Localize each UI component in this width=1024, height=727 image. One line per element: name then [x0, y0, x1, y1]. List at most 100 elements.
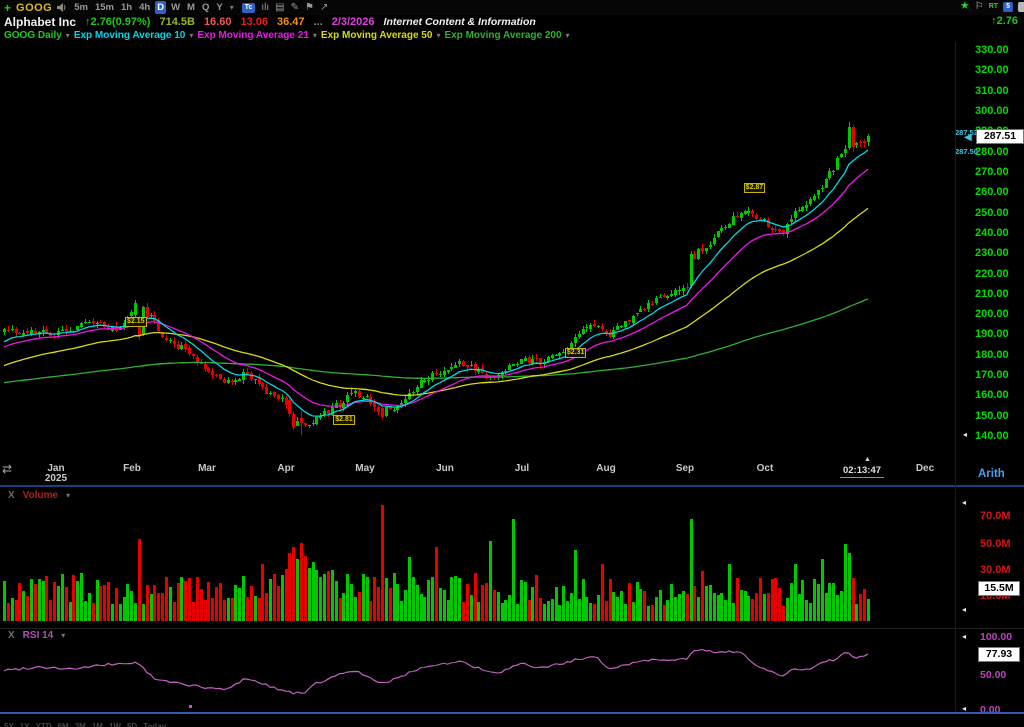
volume-pane-title[interactable]: Volume — [23, 490, 58, 501]
chart-type-badge-icon[interactable]: Tc — [242, 3, 256, 13]
timeframe-D[interactable]: D — [155, 1, 166, 14]
rsi-pane-header: X RSI 14 ▾ — [8, 630, 65, 641]
volume-pane-canvas[interactable] — [0, 487, 955, 629]
draw-pencil-icon[interactable]: ✎ — [291, 2, 299, 14]
volume-close-button[interactable]: X — [8, 490, 15, 501]
price-tick: 280.00 — [975, 146, 1023, 158]
range-button-today[interactable]: Today — [143, 722, 166, 727]
change-right-label: ↑2.76 — [991, 15, 1018, 27]
rsi-pane-canvas[interactable] — [0, 629, 955, 712]
rsi-last-box: 77.93 — [978, 647, 1020, 662]
quote-row: Alphabet Inc ↑2.76(0.97%) 714.5B 16.60 1… — [0, 15, 1024, 29]
timeframe-1h[interactable]: 1h — [119, 1, 134, 14]
pane-resize-arrow[interactable]: ◂ — [962, 499, 966, 507]
volume-pane-caret[interactable]: ▾ — [66, 491, 70, 500]
news-panel-icon[interactable]: ▤ — [275, 2, 284, 14]
indicator-caret[interactable]: ▾ — [66, 31, 70, 40]
timeframe-4h[interactable]: 4h — [137, 1, 152, 14]
pane-resize-arrow[interactable]: ◂ — [962, 633, 966, 641]
quote-stat-3: 36.47 — [277, 16, 305, 28]
share-arrow-icon[interactable]: ↗ — [320, 2, 328, 14]
month-label-jun: Jun — [428, 463, 462, 474]
price-tick: 190.00 — [975, 328, 1023, 340]
range-button-3m[interactable]: 3M — [75, 722, 86, 727]
symbol-label[interactable]: GOOG — [16, 2, 52, 14]
quote-ellipsis[interactable]: ... — [314, 16, 323, 28]
timeframe-5m[interactable]: 5m — [72, 1, 90, 14]
price-tick: 140.00 — [975, 430, 1023, 442]
flag-icon[interactable]: ⚐ — [975, 1, 984, 12]
price-tick: 220.00 — [975, 268, 1023, 280]
bottom-separator[interactable] — [0, 712, 1024, 714]
indicator-dropdown-1[interactable]: Exp Moving Average 10 — [74, 30, 186, 41]
layout-badge-icon[interactable]: 5 — [1003, 2, 1013, 12]
indicator-dropdown-3[interactable]: Exp Moving Average 50 — [321, 30, 433, 41]
indicator-caret[interactable]: ▾ — [566, 31, 570, 40]
price-tick: 310.00 — [975, 85, 1023, 97]
price-chart-canvas[interactable] — [0, 42, 955, 458]
trading-app-window: + GOOG 5m15m1h4hDWMQY ▾ Tcılı▤✎⚑↗ ★ ⚐ RT… — [0, 0, 1024, 727]
price-change: ↑2.76(0.97%) — [85, 16, 150, 28]
timeframe-Y[interactable]: Y — [214, 1, 224, 14]
indicator-row: GOOG Daily▾Exp Moving Average 10▾Exp Mov… — [0, 29, 1024, 42]
series-dropdown[interactable]: GOOG Daily — [4, 30, 62, 41]
earnings-eps-tag: $2.81 — [333, 415, 355, 425]
cropped-toolbar-icon[interactable] — [1018, 2, 1024, 12]
favorite-star-icon[interactable]: ★ — [960, 1, 970, 12]
month-label-jul: Jul — [505, 463, 539, 474]
range-button-1y[interactable]: 1Y — [20, 722, 30, 727]
month-label-sep: Sep — [668, 463, 702, 474]
rsi-tick: 50.00 — [980, 669, 1006, 681]
speaker-icon[interactable] — [57, 3, 67, 12]
price-tick: 160.00 — [975, 389, 1023, 401]
timeframe-15m[interactable]: 15m — [93, 1, 116, 14]
timeframe-dropdown-caret[interactable]: ▾ — [230, 3, 234, 12]
indicator-dot — [189, 705, 192, 708]
last-price-arrow-icon: ◀ — [964, 132, 972, 143]
price-tick: 210.00 — [975, 288, 1023, 300]
price-tick: 320.00 — [975, 64, 1023, 76]
alert-flag-icon[interactable]: ⚑ — [305, 2, 314, 14]
reload-chart-icon[interactable]: ⇄ — [2, 462, 12, 476]
range-button-5y[interactable]: 5Y — [4, 722, 14, 727]
volume-pane-header: X Volume ▾ — [8, 490, 70, 501]
timeframe-Q[interactable]: Q — [200, 1, 211, 14]
price-tick: 300.00 — [975, 105, 1023, 117]
rsi-pane-caret[interactable]: ▾ — [61, 631, 65, 640]
month-label-may: May — [348, 463, 382, 474]
timeframe-M[interactable]: M — [185, 1, 197, 14]
pane-resize-arrow[interactable]: ◂ — [963, 431, 967, 439]
price-tick: 250.00 — [975, 207, 1023, 219]
earnings-eps-tag: $2.31 — [565, 348, 587, 358]
range-button-1m[interactable]: 1M — [92, 722, 103, 727]
price-tick: 230.00 — [975, 247, 1023, 259]
market-cap-value: 714.5B — [159, 16, 194, 28]
timeframe-W[interactable]: W — [169, 1, 182, 14]
earnings-eps-tag: $2.87 — [744, 183, 766, 193]
volume-bars-icon[interactable]: ılı — [261, 2, 269, 14]
range-button-ytd[interactable]: YTD — [36, 722, 52, 727]
indicator-dropdown-2[interactable]: Exp Moving Average 21 — [197, 30, 309, 41]
current-candle-marker-icon: ▲ — [864, 456, 871, 463]
indicator-caret[interactable]: ▾ — [313, 31, 317, 40]
scale-type-label[interactable]: Arith — [978, 468, 1005, 480]
range-button-6m[interactable]: 6M — [58, 722, 69, 727]
add-symbol-button[interactable]: + — [4, 2, 11, 14]
indicator-caret[interactable]: ▾ — [189, 31, 193, 40]
industry-label: Internet Content & Information — [384, 16, 536, 28]
timeframe-group: 5m15m1h4hDWMQY — [72, 1, 224, 14]
bid-price-label: 287.50 — [955, 147, 978, 156]
indicator-dropdown-4[interactable]: Exp Moving Average 200 — [444, 30, 561, 41]
rsi-close-button[interactable]: X — [8, 630, 15, 641]
volume-tick: 70.0M — [980, 510, 1011, 522]
pane-resize-arrow[interactable]: ◂ — [962, 606, 966, 614]
month-label-oct: Oct — [748, 463, 782, 474]
volume-last-box: 15.5M — [978, 581, 1020, 596]
rsi-pane-title[interactable]: RSI 14 — [23, 630, 54, 641]
month-label-feb: Feb — [115, 463, 149, 474]
range-button-5d[interactable]: 5D — [127, 722, 137, 727]
range-button-1w[interactable]: 1W — [109, 722, 121, 727]
rsi-tick: 100.00 — [980, 631, 1012, 643]
volume-tick: 30.0M — [980, 564, 1011, 576]
indicator-caret[interactable]: ▾ — [436, 31, 440, 40]
